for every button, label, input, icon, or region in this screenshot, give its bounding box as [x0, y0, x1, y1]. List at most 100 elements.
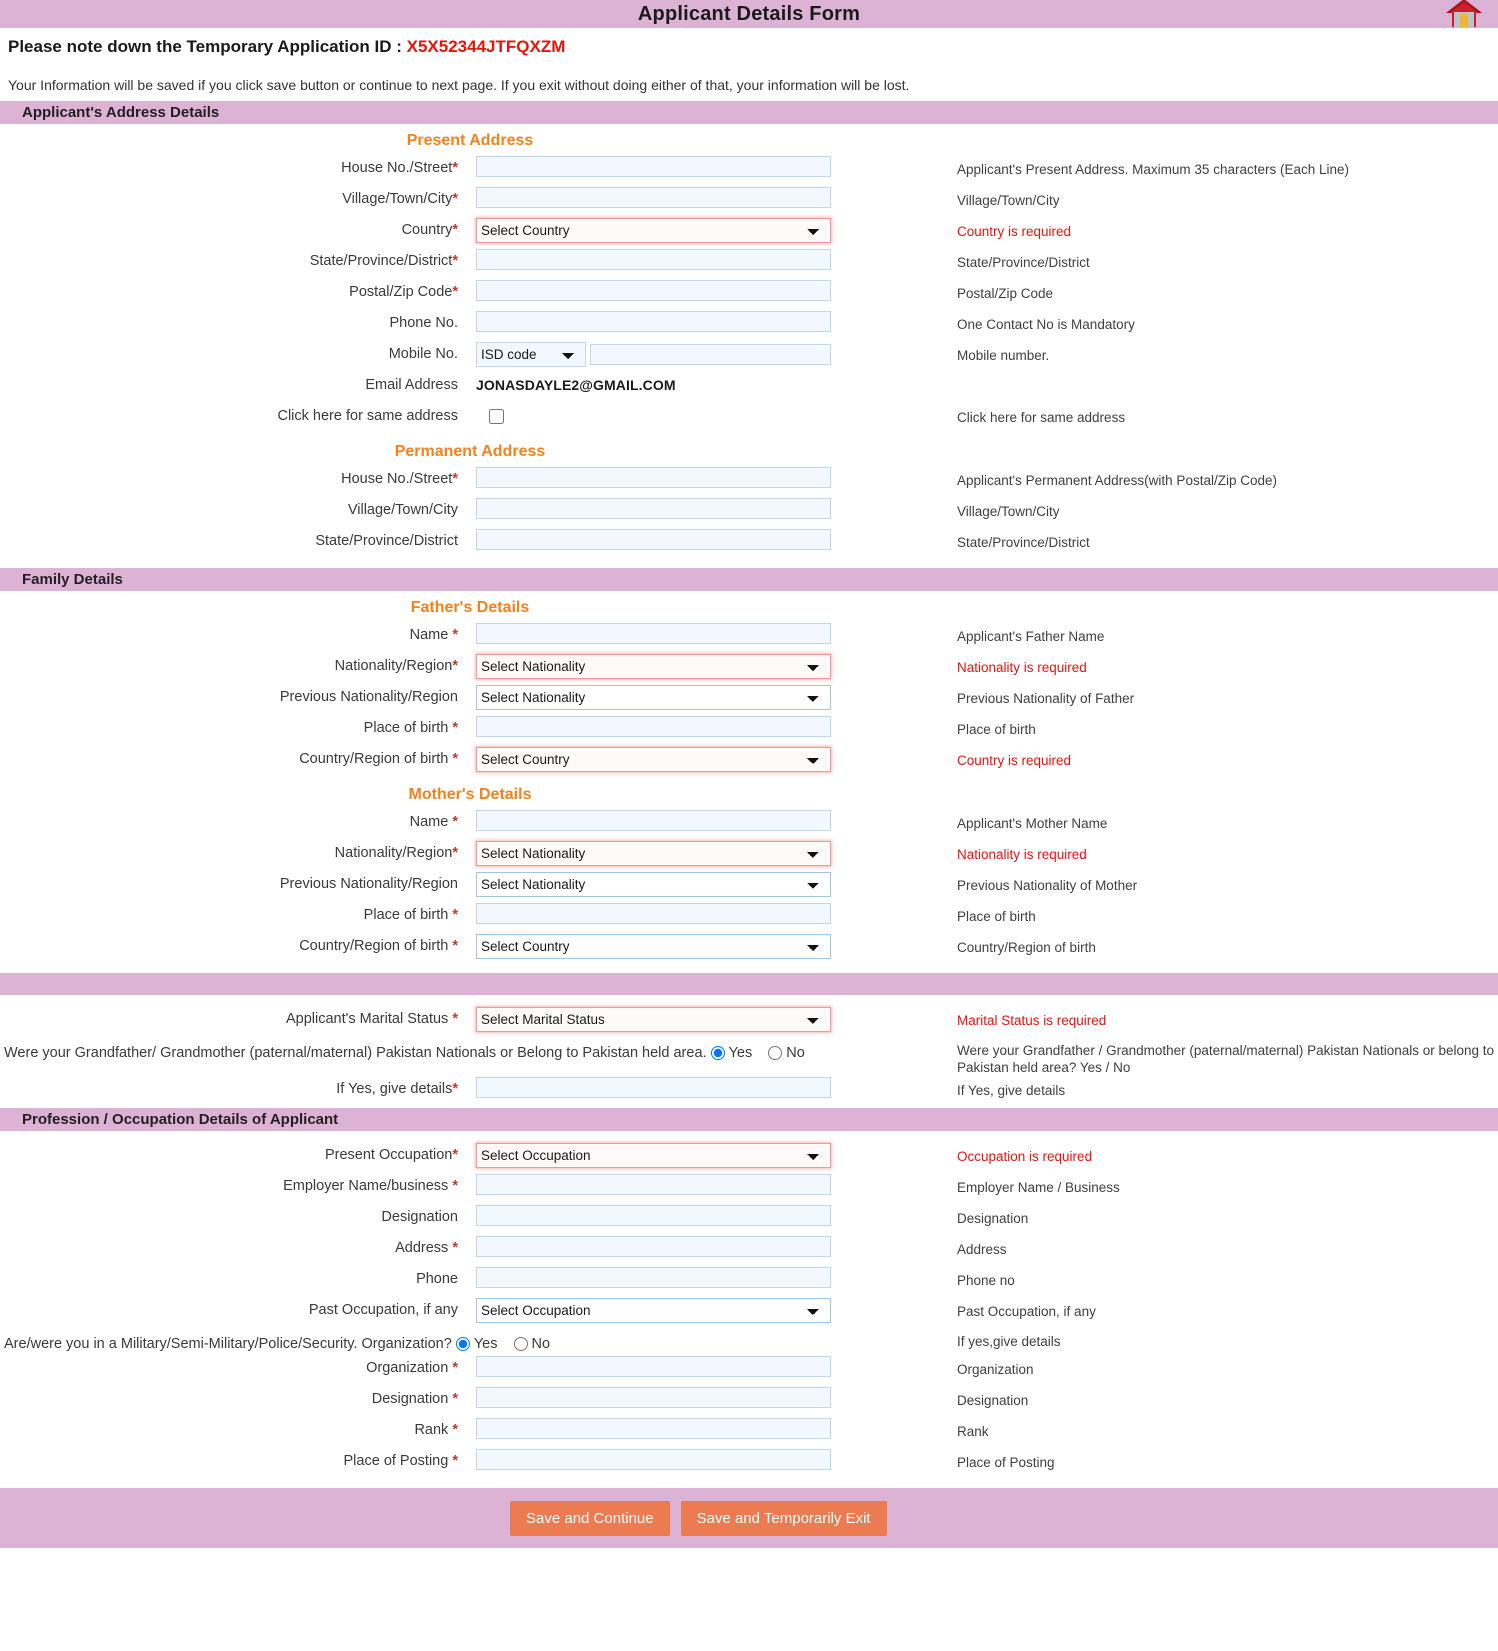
mother-prev-nationality-select[interactable]: Select Nationality [476, 872, 831, 897]
present-village-input[interactable] [476, 187, 831, 208]
field-row-present-village: Village/Town/City* Village/Town/City [0, 187, 1498, 218]
present-country-select[interactable]: Select Country [476, 218, 831, 243]
required-marker: * [452, 720, 458, 736]
field-row-present-state: State/Province/District* State/Province/… [0, 249, 1498, 280]
present-postal-input[interactable] [476, 280, 831, 301]
hint-present-house: Applicant's Present Address. Maximum 35 … [957, 162, 1350, 177]
father-name-input[interactable] [476, 623, 831, 644]
temp-id-value: X5X52344JTFQXZM [406, 37, 566, 56]
hint-military-question: If yes,give details [957, 1333, 1061, 1349]
hint-mother-place-of-birth: Place of birth [957, 909, 1036, 924]
occupation-address-input[interactable] [476, 1235, 831, 1257]
temporary-application-id-line: Please note down the Temporary Applicati… [4, 34, 1498, 57]
permanent-state-input[interactable] [476, 529, 831, 550]
past-occupation-select[interactable]: Select Occupation [476, 1297, 831, 1323]
hint-organization: Organization [957, 1362, 1034, 1378]
present-mobile-input[interactable] [590, 344, 831, 365]
grandparent-no-option[interactable]: No [768, 1043, 805, 1064]
father-country-of-birth-select[interactable]: Select Country [476, 747, 831, 772]
rank-input[interactable] [476, 1418, 831, 1440]
field-row-present-country: Country* Select Country Country is requi… [0, 218, 1498, 249]
required-marker: * [452, 751, 458, 767]
grandparent-yes-option[interactable]: Yes [710, 1043, 752, 1064]
marital-status-select[interactable]: Select Marital Status [476, 1007, 831, 1032]
same-address-checkbox[interactable] [489, 409, 504, 424]
field-row-father-prev-nationality: Previous Nationality/Region Select Natio… [0, 685, 1498, 716]
military-yes-label: Yes [473, 1335, 498, 1352]
label-occupation-address: Address * [395, 1239, 458, 1256]
place-of-posting-input[interactable] [476, 1449, 831, 1471]
subheading-fathers-details: Father's Details [410, 599, 530, 616]
present-phone-input[interactable] [476, 311, 831, 332]
military-yes-radio[interactable] [455, 1337, 470, 1352]
permanent-house-input[interactable] [476, 467, 831, 488]
hint-present-phone: One Contact No is Mandatory [957, 317, 1135, 332]
father-place-of-birth-input[interactable] [476, 716, 831, 737]
hint-father-name: Applicant's Father Name [957, 629, 1105, 644]
occupation-phone-input[interactable] [476, 1266, 831, 1288]
mother-country-of-birth-select[interactable]: Select Country [476, 934, 831, 959]
mother-place-of-birth-input[interactable] [476, 903, 831, 924]
present-occupation-select[interactable]: Select Occupation [476, 1142, 831, 1168]
father-nationality-select[interactable]: Select Nationality [476, 654, 831, 679]
field-row-present-mobile: Mobile No. ISD code Mobile number. [0, 342, 1498, 373]
grandparent-details-input[interactable] [476, 1076, 831, 1098]
field-row-marital-status: Applicant's Marital Status * Select Mari… [0, 1007, 1498, 1038]
organization-input[interactable] [476, 1356, 831, 1378]
required-marker: * [452, 191, 458, 207]
hint-mother-name: Applicant's Mother Name [957, 816, 1108, 831]
home-icon[interactable] [1444, 0, 1484, 31]
hint-same-address: Click here for same address [957, 410, 1126, 425]
hint-military-designation: Designation [957, 1393, 1029, 1409]
page-title: Applicant Details Form [637, 2, 861, 25]
military-question-label: Are/were you in a Military/Semi-Military… [4, 1335, 452, 1352]
hint-present-village: Village/Town/City [957, 193, 1060, 208]
email-value: JONASDAYLE2@GMAIL.COM [476, 377, 676, 393]
field-row-organization: Organization * Organization [0, 1356, 1498, 1387]
save-and-temporarily-exit-button[interactable]: Save and Temporarily Exit [680, 1500, 887, 1536]
section-header-family: Family Details [0, 568, 1498, 591]
label-present-occupation: Present Occupation* [324, 1146, 458, 1163]
present-house-input[interactable] [476, 156, 831, 177]
mother-name-input[interactable] [476, 810, 831, 831]
hint-place-of-posting: Place of Posting [957, 1455, 1055, 1471]
label-present-state: State/Province/District* [309, 253, 458, 269]
label-past-occupation: Past Occupation, if any [308, 1301, 458, 1318]
field-row-past-occupation: Past Occupation, if any Select Occupatio… [0, 1297, 1498, 1329]
label-present-village: Village/Town/City* [342, 191, 458, 207]
save-and-continue-button[interactable]: Save and Continue [510, 1500, 670, 1536]
isd-code-select[interactable]: ISD code [476, 342, 586, 367]
grandparent-no-radio[interactable] [768, 1046, 783, 1061]
hint-past-occupation: Past Occupation, if any [957, 1303, 1096, 1319]
required-marker: * [452, 907, 458, 923]
designation-input[interactable] [476, 1204, 831, 1226]
father-prev-nationality-select[interactable]: Select Nationality [476, 685, 831, 710]
mother-nationality-select[interactable]: Select Nationality [476, 841, 831, 866]
hint-present-state: State/Province/District [957, 255, 1090, 270]
label-marital-status: Applicant's Marital Status * [285, 1011, 458, 1027]
title-bar: Applicant Details Form [0, 0, 1498, 28]
required-marker: * [452, 1360, 458, 1377]
hint-grandparent-details: If Yes, give details [957, 1082, 1066, 1098]
temp-id-label: Please note down the Temporary Applicati… [8, 37, 407, 56]
military-yes-option[interactable]: Yes [455, 1334, 498, 1355]
military-no-radio[interactable] [513, 1337, 528, 1352]
grandparent-yes-radio[interactable] [710, 1046, 725, 1061]
required-marker: * [452, 1080, 458, 1097]
required-marker: * [452, 1177, 458, 1194]
military-no-option[interactable]: No [513, 1334, 550, 1355]
hint-email [940, 373, 1498, 378]
military-designation-input[interactable] [476, 1387, 831, 1409]
hint-permanent-village: Village/Town/City [957, 504, 1060, 519]
permanent-village-input[interactable] [476, 498, 831, 519]
field-row-designation: Designation Designation [0, 1204, 1498, 1236]
field-row-email: Email Address JONASDAYLE2@GMAIL.COM [0, 373, 1498, 404]
present-state-input[interactable] [476, 249, 831, 270]
required-marker: * [452, 1146, 458, 1163]
hint-father-place-of-birth: Place of birth [957, 722, 1036, 737]
field-row-present-occupation: Present Occupation* Select Occupation Oc… [0, 1142, 1498, 1174]
label-permanent-house: House No./Street* [341, 471, 458, 487]
hint-grandparent-question: Were your Grandfather / Grandmother (pat… [957, 1043, 1495, 1075]
employer-input[interactable] [476, 1173, 831, 1195]
section-header-profession: Profession / Occupation Details of Appli… [0, 1107, 1498, 1131]
